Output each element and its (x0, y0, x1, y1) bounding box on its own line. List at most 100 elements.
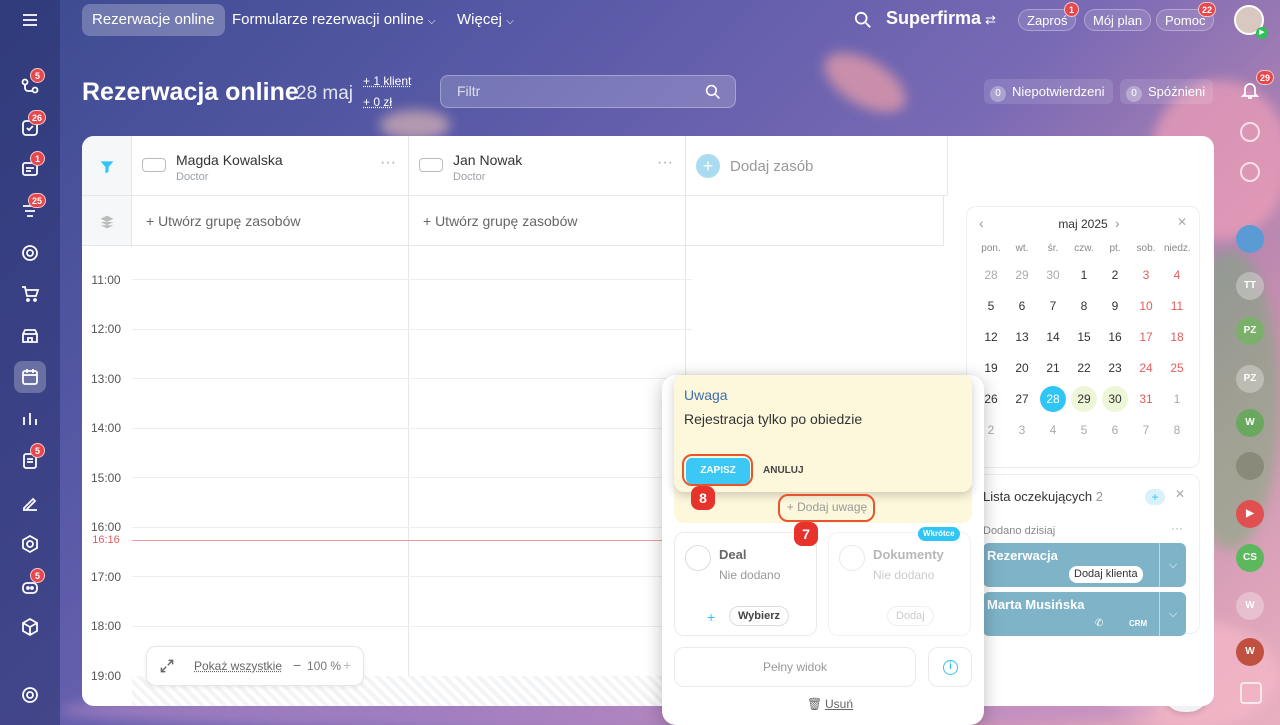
note-text-input[interactable]: Rejestracja tylko po obiedzie (684, 411, 862, 427)
company-name[interactable]: Superfirma (886, 8, 981, 29)
tab-booking-forms[interactable]: Formularze rezerwacji online ⌵ (222, 4, 446, 36)
calendar-day[interactable]: 21 (1040, 355, 1066, 381)
avatar[interactable] (1236, 452, 1264, 480)
chevron-down-icon[interactable]: ⌵ (1159, 592, 1186, 636)
plus-icon[interactable]: + (707, 609, 715, 625)
calendar-day[interactable]: 2 (1102, 262, 1128, 288)
store-icon[interactable] (14, 320, 46, 352)
more-icon[interactable]: ··· (657, 154, 673, 172)
add-client-button[interactable]: Dodaj klienta (1069, 566, 1143, 583)
calendar-day[interactable]: 29 (1009, 262, 1035, 288)
calendar-day[interactable]: 16 (1102, 324, 1128, 350)
more-icon[interactable]: ··· (1171, 521, 1183, 535)
sidebar-item-feed[interactable]: 25 (14, 193, 47, 227)
calendar-day[interactable]: 28 (1040, 386, 1066, 412)
more-icon[interactable]: ··· (380, 154, 396, 172)
create-group-button[interactable]: + Utwórz grupę zasobów (409, 196, 686, 246)
full-view-button[interactable]: Pełny widok (674, 647, 916, 687)
calendar-day[interactable]: 23 (1102, 355, 1128, 381)
calendar-day[interactable]: 9 (1102, 293, 1128, 319)
calendar-day[interactable]: 14 (1040, 324, 1066, 350)
calendar-day[interactable]: 25 (1164, 355, 1190, 381)
switch-icon[interactable]: ⇄ (985, 12, 996, 28)
collapse-icon[interactable]: ✕ (1177, 215, 1187, 229)
late-counter[interactable]: 0 Spóźnieni (1120, 79, 1214, 104)
add-resource-button[interactable]: + Dodaj zasób (686, 136, 948, 196)
expand-icon[interactable] (159, 658, 175, 674)
calendar-day[interactable]: 12 (978, 324, 1004, 350)
tab-online-booking[interactable]: Rezerwacje online (82, 4, 225, 36)
sidebar-item-docs[interactable]: 5 (14, 443, 46, 477)
zoom-out-button[interactable]: − (293, 657, 301, 673)
next-month-button[interactable]: › (1115, 215, 1120, 231)
calendar-day[interactable]: 18 (1164, 324, 1190, 350)
calendar-day[interactable]: 6 (1102, 417, 1128, 443)
bell-icon[interactable] (1240, 80, 1260, 100)
calendar-day[interactable]: 22 (1071, 355, 1097, 381)
sidebar-item-crm[interactable]: 5 (14, 68, 46, 102)
avatar[interactable] (1236, 225, 1264, 253)
calendar-day[interactable]: 31 (1133, 386, 1159, 412)
tab-more[interactable]: Więcej ⌵ (447, 4, 524, 36)
calendar-day[interactable]: 8 (1071, 293, 1097, 319)
calendar-day[interactable]: 7 (1040, 293, 1066, 319)
resource-column[interactable]: Jan Nowak Doctor ··· (409, 136, 686, 196)
calendar-day[interactable]: 5 (978, 293, 1004, 319)
calendar-day[interactable]: 13 (1009, 324, 1035, 350)
sidebar-item-chat[interactable]: 1 (14, 151, 46, 185)
calendar-day[interactable]: 10 (1133, 293, 1159, 319)
waiting-card[interactable]: Rezerwacja Dodaj klienta ⌵ (983, 543, 1186, 587)
zoom-in-button[interactable]: + (343, 657, 351, 673)
collapse-icon[interactable]: ✕ (1175, 487, 1185, 501)
sign-icon[interactable] (14, 486, 46, 518)
clients-stat[interactable]: + 1 klient (363, 74, 411, 88)
calendar-day[interactable]: 4 (1040, 417, 1066, 443)
copilot-icon[interactable] (1240, 122, 1260, 142)
avatar[interactable]: W (1236, 409, 1264, 437)
calendar-day[interactable]: 5 (1071, 417, 1097, 443)
calendar-day[interactable]: 27 (1009, 386, 1035, 412)
calendar-day[interactable]: 15 (1071, 324, 1097, 350)
month-label[interactable]: maj 2025 (967, 217, 1199, 231)
amount-stat[interactable]: + 0 zł (363, 95, 392, 109)
filter-cell[interactable] (82, 136, 132, 196)
sidebar-item-goals[interactable] (14, 237, 46, 269)
menu-icon[interactable] (14, 4, 46, 36)
calendar-day[interactable]: 29 (1071, 386, 1097, 412)
avatar[interactable]: TT (1236, 272, 1264, 300)
waiting-card[interactable]: Marta Musińska ✆ CRM ⌵ (983, 592, 1186, 636)
calendar-day[interactable]: 1 (1071, 262, 1097, 288)
calendar-day[interactable]: 17 (1133, 324, 1159, 350)
filter-input[interactable]: Filtr (440, 75, 736, 108)
sidebar-item-bot[interactable]: 5 (14, 568, 46, 602)
avatar[interactable]: CS (1236, 544, 1264, 572)
avatar[interactable]: W (1236, 638, 1264, 666)
calendar-day[interactable]: 19 (978, 355, 1004, 381)
cube-icon[interactable] (14, 611, 46, 643)
cart-icon[interactable] (14, 278, 46, 310)
cancel-button[interactable]: ANULUJ (763, 465, 804, 476)
calendar-day[interactable]: 8 (1164, 417, 1190, 443)
add-waiting-button[interactable]: + (1145, 489, 1165, 505)
calendar-day[interactable]: 11 (1164, 293, 1190, 319)
calendar-icon[interactable] (14, 361, 46, 393)
calendar-day[interactable]: 24 (1133, 355, 1159, 381)
calendar-day[interactable]: 30 (1102, 386, 1128, 412)
calendar-day[interactable]: 6 (1009, 293, 1035, 319)
calendar-day[interactable]: 7 (1133, 417, 1159, 443)
create-group-button[interactable]: + Utwórz grupę zasobów (132, 196, 409, 246)
my-plan-button[interactable]: Mój plan (1084, 9, 1152, 31)
resource-column[interactable]: Magda Kowalska Doctor ··· (132, 136, 409, 196)
calendar-day[interactable]: 3 (1133, 262, 1159, 288)
info-button[interactable]: i (928, 647, 972, 687)
calendar-day[interactable]: 3 (1009, 417, 1035, 443)
show-all-link[interactable]: Pokaż wszystkie (194, 659, 282, 673)
calendar-day[interactable]: 30 (1040, 262, 1066, 288)
trash-icon[interactable]: 🗑 (807, 697, 822, 711)
video-icon[interactable]: ▶ (1236, 500, 1264, 528)
calendar-day[interactable]: 20 (1009, 355, 1035, 381)
hexagon-icon[interactable] (14, 528, 46, 560)
settings-icon[interactable] (14, 679, 46, 711)
checklist-icon[interactable] (1240, 682, 1262, 704)
avatar[interactable]: PZ (1236, 317, 1264, 345)
